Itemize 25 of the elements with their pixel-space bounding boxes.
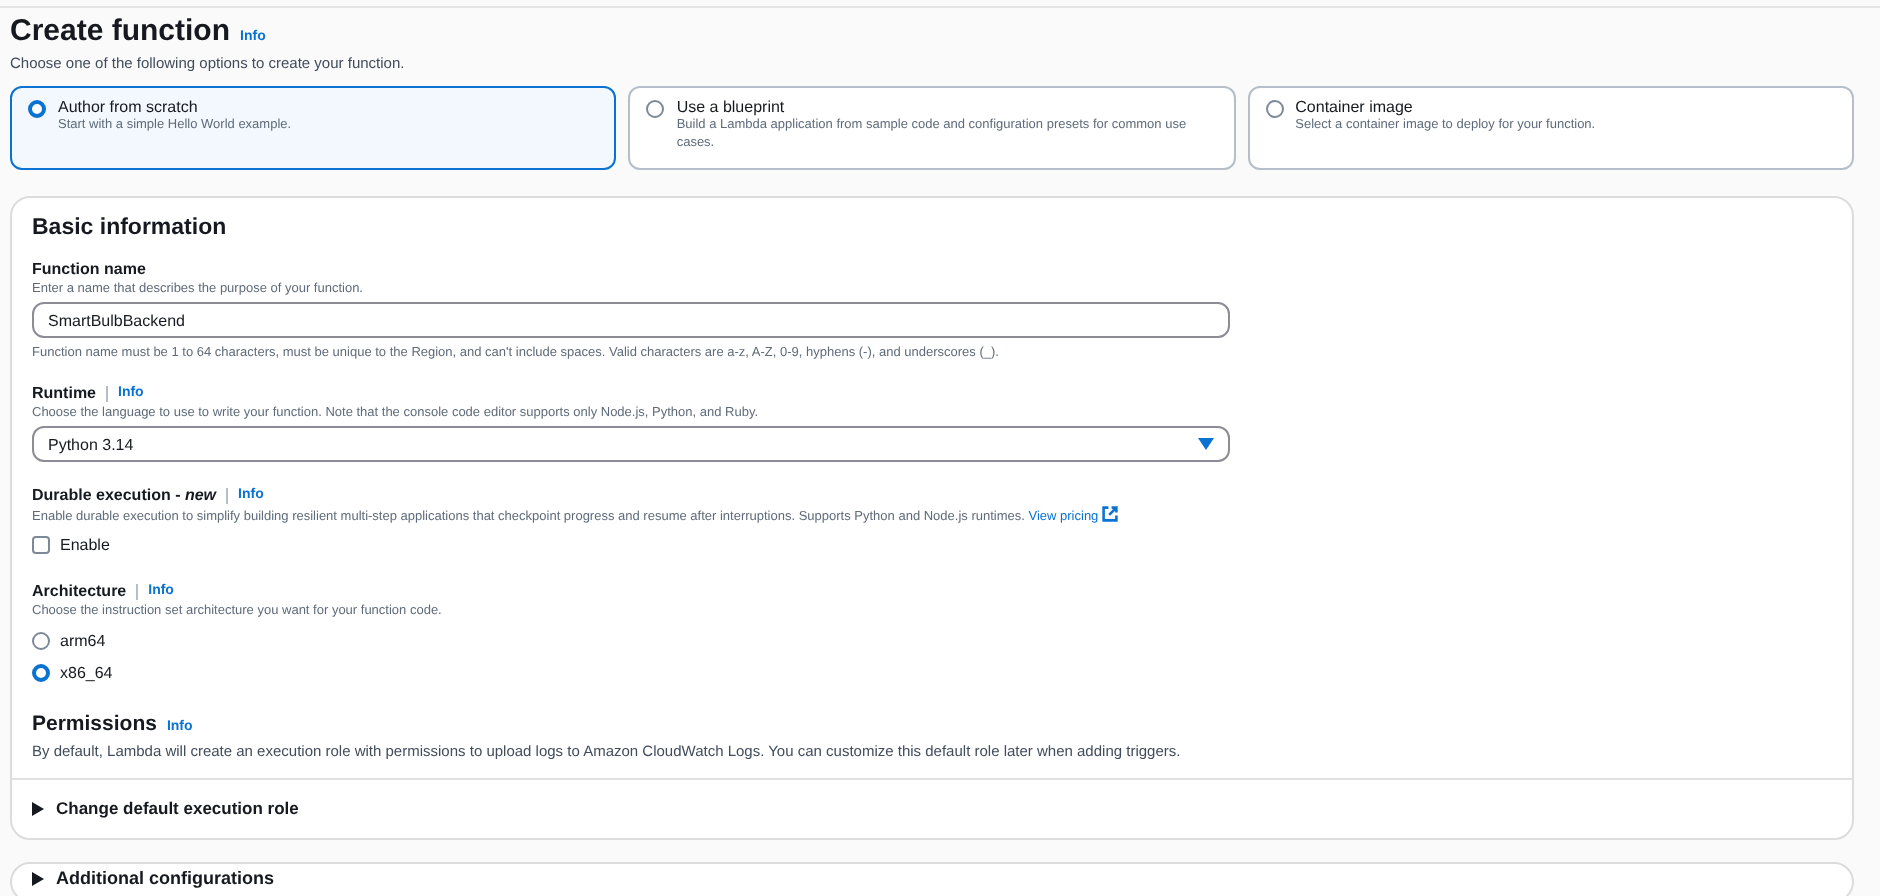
page-title: Create function	[10, 12, 231, 52]
radio-option[interactable]: arm64	[32, 624, 106, 656]
option-title: Use a blueprint	[676, 98, 787, 118]
option-title: Author from scratch	[58, 98, 200, 118]
radio-button[interactable]	[1265, 100, 1284, 118]
radio-button[interactable]	[32, 664, 50, 682]
option-title: Container image	[1295, 98, 1415, 118]
field-label: Runtime	[32, 384, 96, 404]
field-label: Function name	[32, 260, 146, 280]
radio-button[interactable]	[32, 632, 50, 650]
dropdown-caret-icon	[1198, 438, 1214, 450]
section-title: Basic information	[32, 214, 229, 242]
radio-button[interactable]	[28, 100, 46, 118]
field-label: Durable execution - new	[32, 486, 217, 506]
external-link-icon	[1101, 506, 1118, 522]
checkbox[interactable]	[32, 535, 50, 553]
function-name-field[interactable]: SmartBulbBackend	[32, 302, 1230, 338]
enable-option[interactable]: Enable	[32, 530, 110, 558]
section-title: Permissions	[32, 712, 157, 736]
radio-option[interactable]: x86_64	[32, 656, 113, 688]
runtime-dropdown[interactable]: Python 3.14	[32, 426, 1230, 462]
change-role-expander[interactable]: Change default execution role	[32, 798, 299, 818]
field-label: Architecture	[32, 582, 127, 602]
radio-button[interactable]	[646, 100, 665, 118]
additional-configurations-expander[interactable]: Additional configurations	[32, 868, 274, 888]
